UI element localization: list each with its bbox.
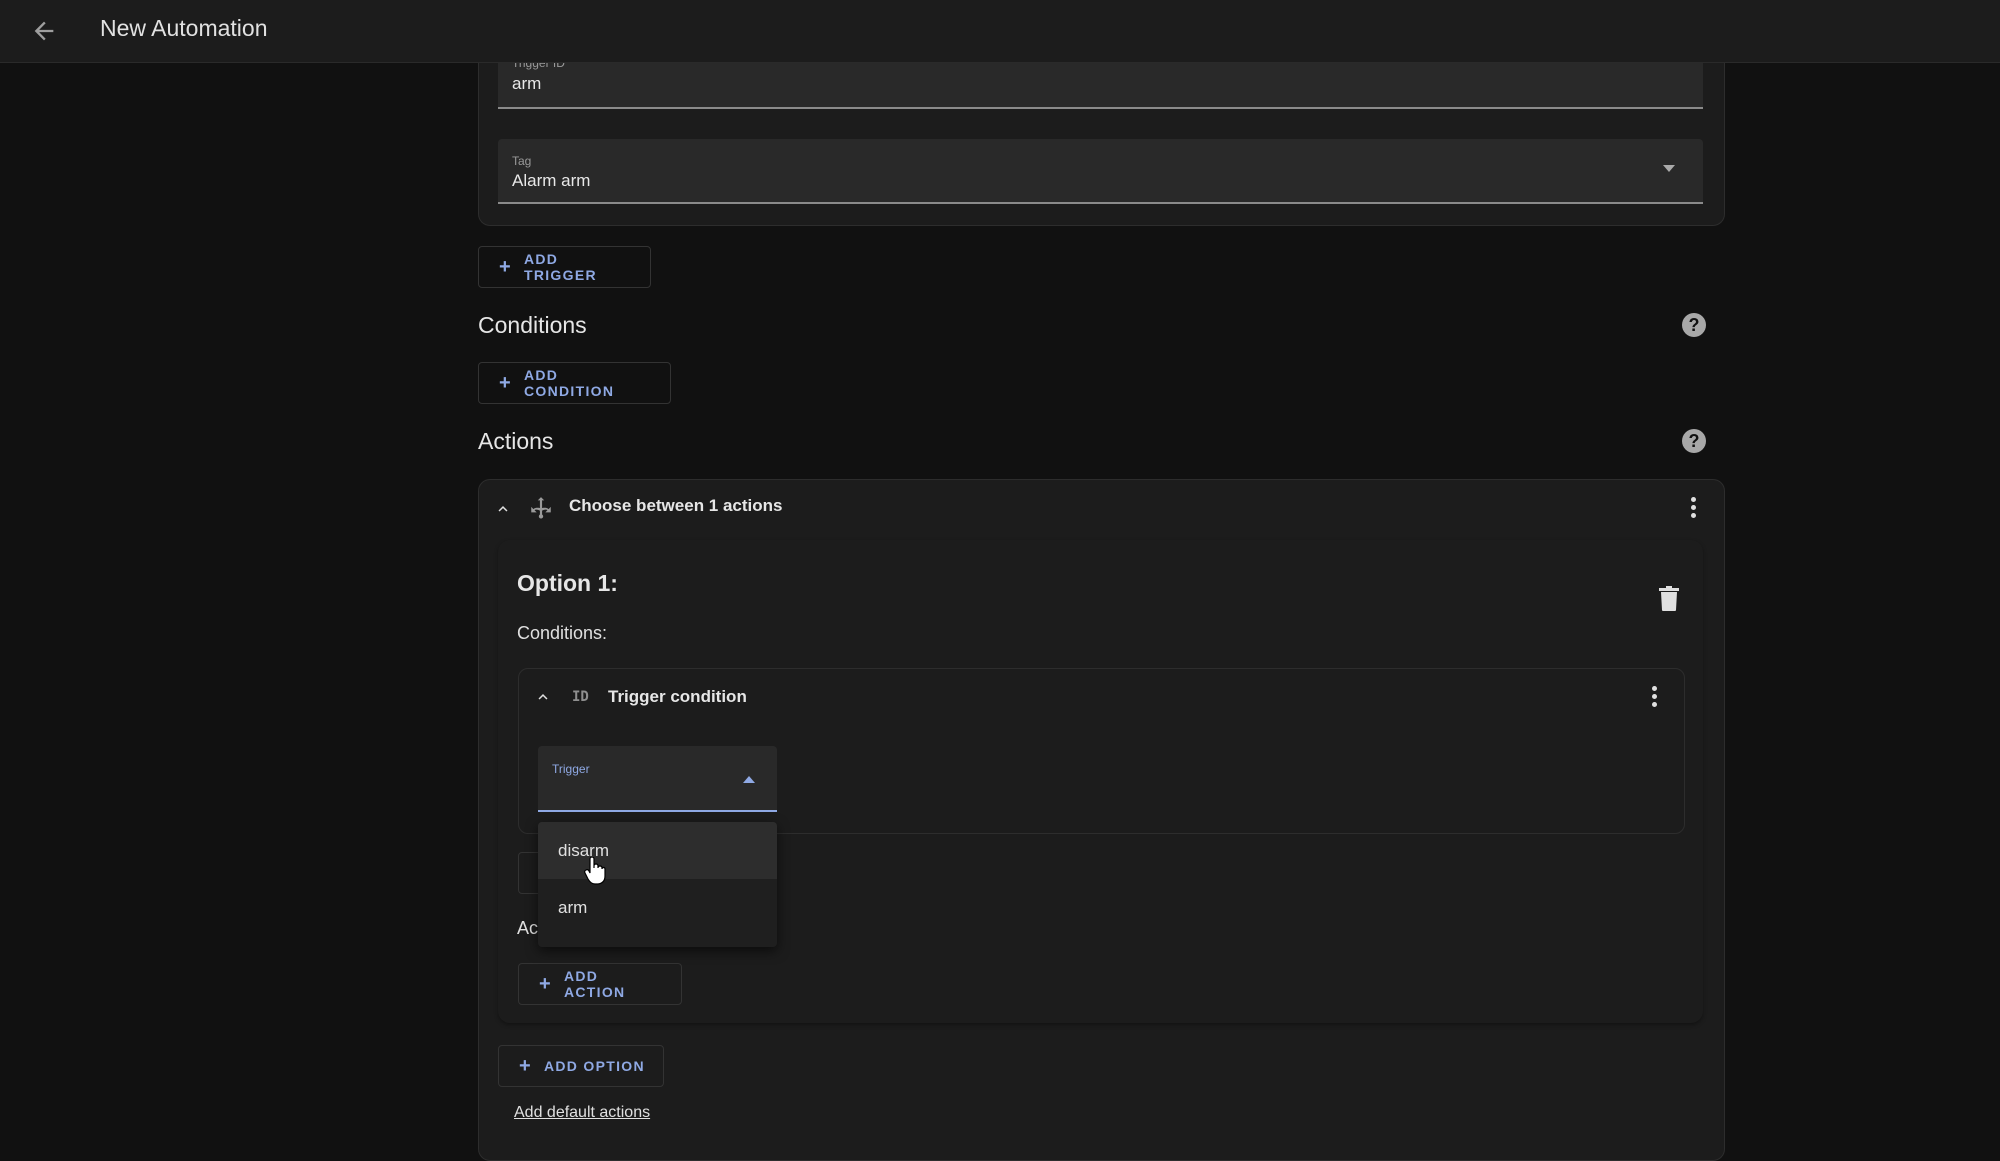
trigger-condition-title: Trigger condition bbox=[608, 687, 747, 706]
chevron-up-icon[interactable] bbox=[494, 500, 512, 518]
id-icon: ID bbox=[572, 689, 589, 705]
hand-cursor-icon bbox=[584, 857, 606, 885]
trigger-select-label: Trigger bbox=[552, 762, 590, 776]
plus-icon: + bbox=[519, 1055, 532, 1077]
menu-item-disarm[interactable]: disarm bbox=[538, 822, 777, 879]
plus-icon: + bbox=[539, 973, 552, 995]
help-icon[interactable]: ? bbox=[1682, 429, 1706, 453]
help-icon[interactable]: ? bbox=[1682, 313, 1706, 337]
option-title: Option 1: bbox=[517, 570, 618, 596]
trigger-options-menu: disarm arm bbox=[538, 822, 777, 947]
choose-action-title: Choose between 1 actions bbox=[569, 496, 783, 515]
trigger-id-value: arm bbox=[512, 74, 542, 93]
actions-heading: Actions bbox=[478, 428, 554, 454]
add-option-label: ADD OPTION bbox=[543, 1058, 645, 1074]
add-action-button[interactable]: + ADD ACTION bbox=[518, 963, 682, 1005]
add-trigger-label: ADD TRIGGER bbox=[523, 251, 597, 283]
trigger-select[interactable]: Trigger bbox=[538, 746, 777, 812]
add-trigger-button[interactable]: + ADD TRIGGER bbox=[478, 246, 651, 288]
add-option-button[interactable]: + ADD OPTION bbox=[498, 1045, 664, 1087]
dropdown-arrow-up-icon bbox=[743, 776, 755, 783]
option-conditions-label: Conditions: bbox=[517, 623, 608, 643]
more-vert-icon[interactable] bbox=[1690, 497, 1696, 521]
add-action-label: ADD ACTION bbox=[563, 968, 626, 1000]
trash-icon[interactable] bbox=[1658, 586, 1680, 612]
arrow-left-icon[interactable] bbox=[30, 17, 58, 45]
dropdown-arrow-icon bbox=[1663, 165, 1675, 172]
tag-value: Alarm arm bbox=[512, 171, 591, 190]
tag-select[interactable]: Tag Alarm arm bbox=[498, 139, 1703, 204]
more-vert-icon[interactable] bbox=[1651, 686, 1657, 710]
plus-icon: + bbox=[499, 372, 512, 394]
call-split-icon bbox=[531, 497, 551, 519]
conditions-heading: Conditions bbox=[478, 312, 587, 338]
page-title: New Automation bbox=[100, 15, 268, 41]
add-condition-label: ADD CONDITION bbox=[523, 367, 615, 399]
add-default-actions-link[interactable]: Add default actions bbox=[514, 1104, 650, 1122]
add-condition-button[interactable]: + ADD CONDITION bbox=[478, 362, 671, 404]
tag-label: Tag bbox=[512, 154, 532, 168]
chevron-up-icon[interactable] bbox=[534, 688, 552, 706]
plus-icon: + bbox=[499, 256, 512, 278]
top-app-bar: New Automation bbox=[0, 0, 2000, 63]
option-actions-label: Ac bbox=[517, 918, 539, 938]
menu-item-arm[interactable]: arm bbox=[538, 879, 777, 936]
